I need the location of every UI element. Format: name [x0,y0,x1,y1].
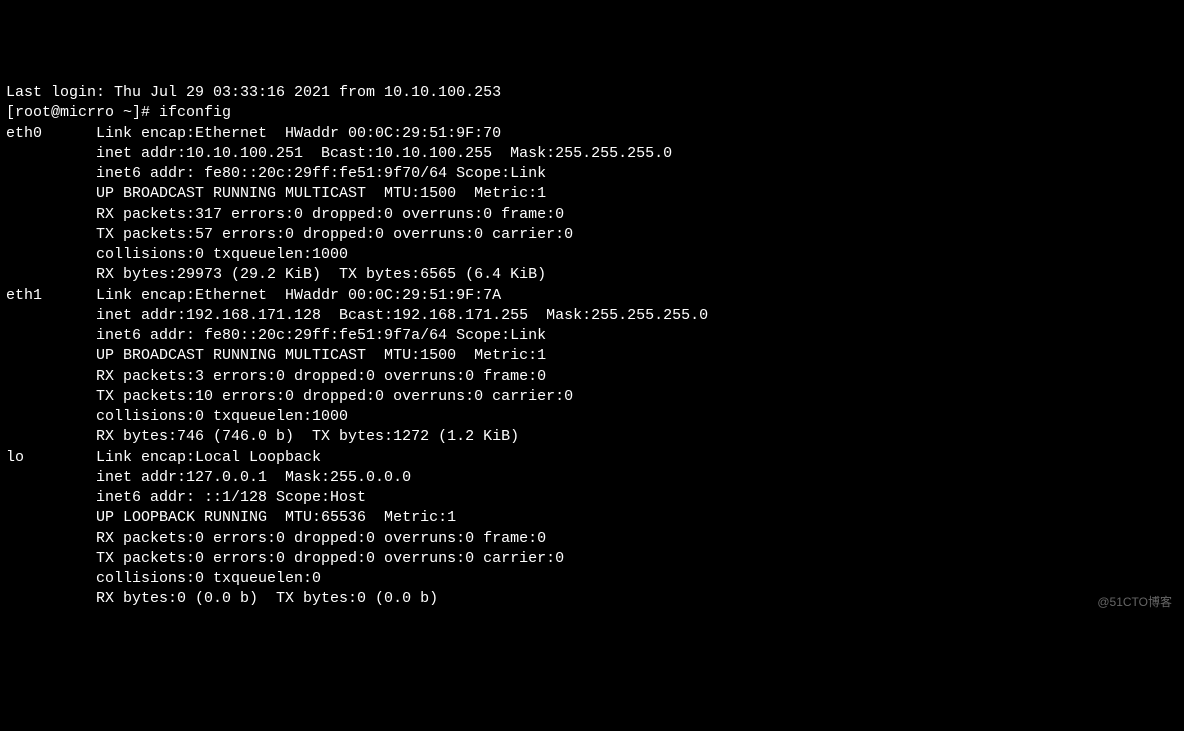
terminal-output[interactable]: Last login: Thu Jul 29 03:33:16 2021 fro… [6,83,1178,610]
iface-eth1-line-2: inet6 addr: fe80::20c:29ff:fe51:9f7a/64 … [6,326,1178,346]
iface-lo-line-6: collisions:0 txqueuelen:0 [6,569,1178,589]
iface-lo-line-5: TX packets:0 errors:0 dropped:0 overruns… [6,549,1178,569]
iface-eth0-header: eth0 Link encap:Ethernet HWaddr 00:0C:29… [6,124,1178,144]
iface-lo-line-3: UP LOOPBACK RUNNING MTU:65536 Metric:1 [6,508,1178,528]
iface-eth0-line-7: RX bytes:29973 (29.2 KiB) TX bytes:6565 … [6,265,1178,285]
iface-eth1-line-4: RX packets:3 errors:0 dropped:0 overruns… [6,367,1178,387]
iface-eth0-line-5: TX packets:57 errors:0 dropped:0 overrun… [6,225,1178,245]
iface-eth1-line-7: RX bytes:746 (746.0 b) TX bytes:1272 (1.… [6,427,1178,447]
watermark: @51CTO博客 [1097,594,1172,610]
iface-eth1-line-3: UP BROADCAST RUNNING MULTICAST MTU:1500 … [6,346,1178,366]
iface-lo-line-7: RX bytes:0 (0.0 b) TX bytes:0 (0.0 b) [6,589,1178,609]
iface-eth0-line-4: RX packets:317 errors:0 dropped:0 overru… [6,205,1178,225]
iface-eth0-line-6: collisions:0 txqueuelen:1000 [6,245,1178,265]
last-login-line: Last login: Thu Jul 29 03:33:16 2021 fro… [6,83,1178,103]
iface-lo-line-2: inet6 addr: ::1/128 Scope:Host [6,488,1178,508]
iface-eth0-line-2: inet6 addr: fe80::20c:29ff:fe51:9f70/64 … [6,164,1178,184]
iface-eth0-line-3: UP BROADCAST RUNNING MULTICAST MTU:1500 … [6,184,1178,204]
iface-eth1-header: eth1 Link encap:Ethernet HWaddr 00:0C:29… [6,286,1178,306]
iface-eth1-line-5: TX packets:10 errors:0 dropped:0 overrun… [6,387,1178,407]
iface-eth1-line-6: collisions:0 txqueuelen:1000 [6,407,1178,427]
iface-lo-header: lo Link encap:Local Loopback [6,448,1178,468]
iface-eth0-line-1: inet addr:10.10.100.251 Bcast:10.10.100.… [6,144,1178,164]
iface-lo-line-4: RX packets:0 errors:0 dropped:0 overruns… [6,529,1178,549]
iface-eth1-line-1: inet addr:192.168.171.128 Bcast:192.168.… [6,306,1178,326]
iface-lo-line-1: inet addr:127.0.0.1 Mask:255.0.0.0 [6,468,1178,488]
shell-prompt-line: [root@micrro ~]# ifconfig [6,103,1178,123]
